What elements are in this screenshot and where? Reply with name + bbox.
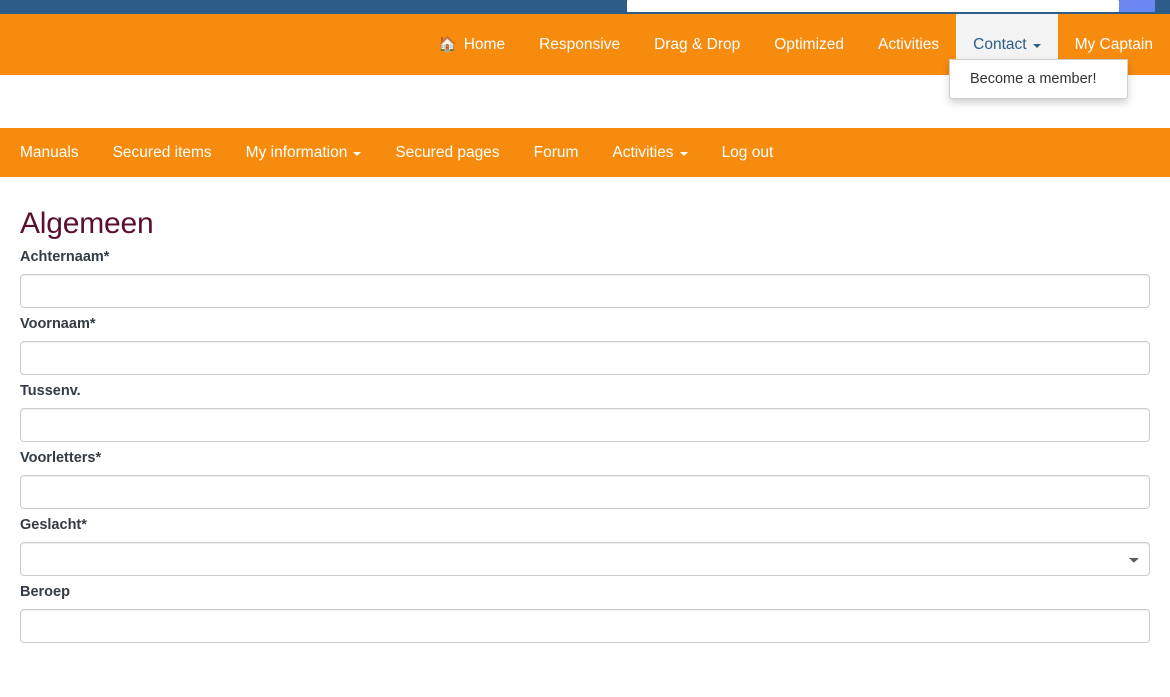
select-geslacht[interactable] [20, 542, 1150, 576]
main-content: Algemeen Achternaam* Voornaam* Tussenv. … [0, 177, 1170, 697]
nav-item-label: Home [463, 35, 506, 53]
browser-action-button[interactable] [1119, 0, 1155, 12]
label-achternaam: Achternaam* [20, 249, 110, 265]
form-group-achternaam: Achternaam* [20, 247, 1150, 308]
home-icon: 🏠 [438, 36, 457, 53]
form-group-geslacht: Geslacht* [20, 515, 1150, 576]
chevron-down-icon [353, 151, 362, 156]
label-beroep: Beroep [20, 584, 70, 600]
label-tussenvoegsel: Tussenv. [20, 383, 81, 399]
input-voornaam[interactable] [20, 341, 1150, 375]
subnav-item-log-out[interactable]: Log out [722, 145, 791, 161]
input-tussenvoegsel[interactable] [20, 408, 1150, 442]
nav-item-label: Activities [878, 35, 940, 53]
nav-item-optimized[interactable]: Optimized [757, 14, 861, 75]
label-voornaam: Voornaam* [20, 316, 96, 332]
form-group-voornaam: Voornaam* [20, 314, 1150, 375]
chevron-down-icon [679, 151, 688, 156]
subnav-item-label: Activities [612, 143, 674, 161]
nav-item-label: My Captain [1074, 35, 1153, 53]
input-voorletters[interactable] [20, 475, 1150, 509]
browser-chrome-strip [0, 0, 1170, 14]
nav-item-home[interactable]: 🏠 Home [421, 14, 522, 75]
form-group-beroep: Beroep [20, 582, 1150, 643]
label-voorletters: Voorletters* [20, 450, 102, 466]
nav-item-label: Contact [973, 35, 1027, 53]
input-beroep[interactable] [20, 609, 1150, 643]
subnav-item-manuals[interactable]: Manuals [20, 145, 96, 161]
subnav-item-label: My information [245, 143, 348, 161]
nav-item-activities[interactable]: Activities [861, 14, 956, 75]
secondary-navbar: Manuals Secured items My information Sec… [0, 128, 1170, 177]
contact-dropdown-menu: Become a member! [949, 59, 1128, 99]
input-achternaam[interactable] [20, 274, 1150, 308]
form-group-voorletters: Voorletters* [20, 448, 1150, 509]
subnav-item-forum[interactable]: Forum [534, 145, 596, 161]
nav-item-label: Optimized [774, 35, 845, 53]
page-title: Algemeen [20, 207, 154, 240]
subnav-item-label: Secured items [112, 143, 212, 161]
subnav-item-label: Secured pages [395, 143, 500, 161]
nav-item-drag-and-drop[interactable]: Drag & Drop [637, 14, 757, 75]
subnav-item-secured-items[interactable]: Secured items [113, 145, 229, 161]
chevron-down-icon [1032, 43, 1041, 48]
nav-item-label: Drag & Drop [654, 35, 741, 53]
label-geslacht: Geslacht* [20, 517, 87, 533]
subnav-item-activities[interactable]: Activities [612, 145, 704, 161]
nav-item-label: Responsive [539, 35, 621, 53]
subnav-item-secured-pages[interactable]: Secured pages [395, 145, 516, 161]
subnav-item-label: Manuals [20, 143, 79, 161]
form-group-tussenvoegsel: Tussenv. [20, 381, 1150, 442]
browser-url-input[interactable] [627, 0, 1119, 12]
subnav-item-label: Log out [721, 143, 774, 161]
nav-item-responsive[interactable]: Responsive [522, 14, 637, 75]
subnav-item-label: Forum [533, 143, 579, 161]
dropdown-item-become-a-member[interactable]: Become a member! [950, 65, 1127, 93]
subnav-item-my-information[interactable]: My information [246, 145, 379, 161]
